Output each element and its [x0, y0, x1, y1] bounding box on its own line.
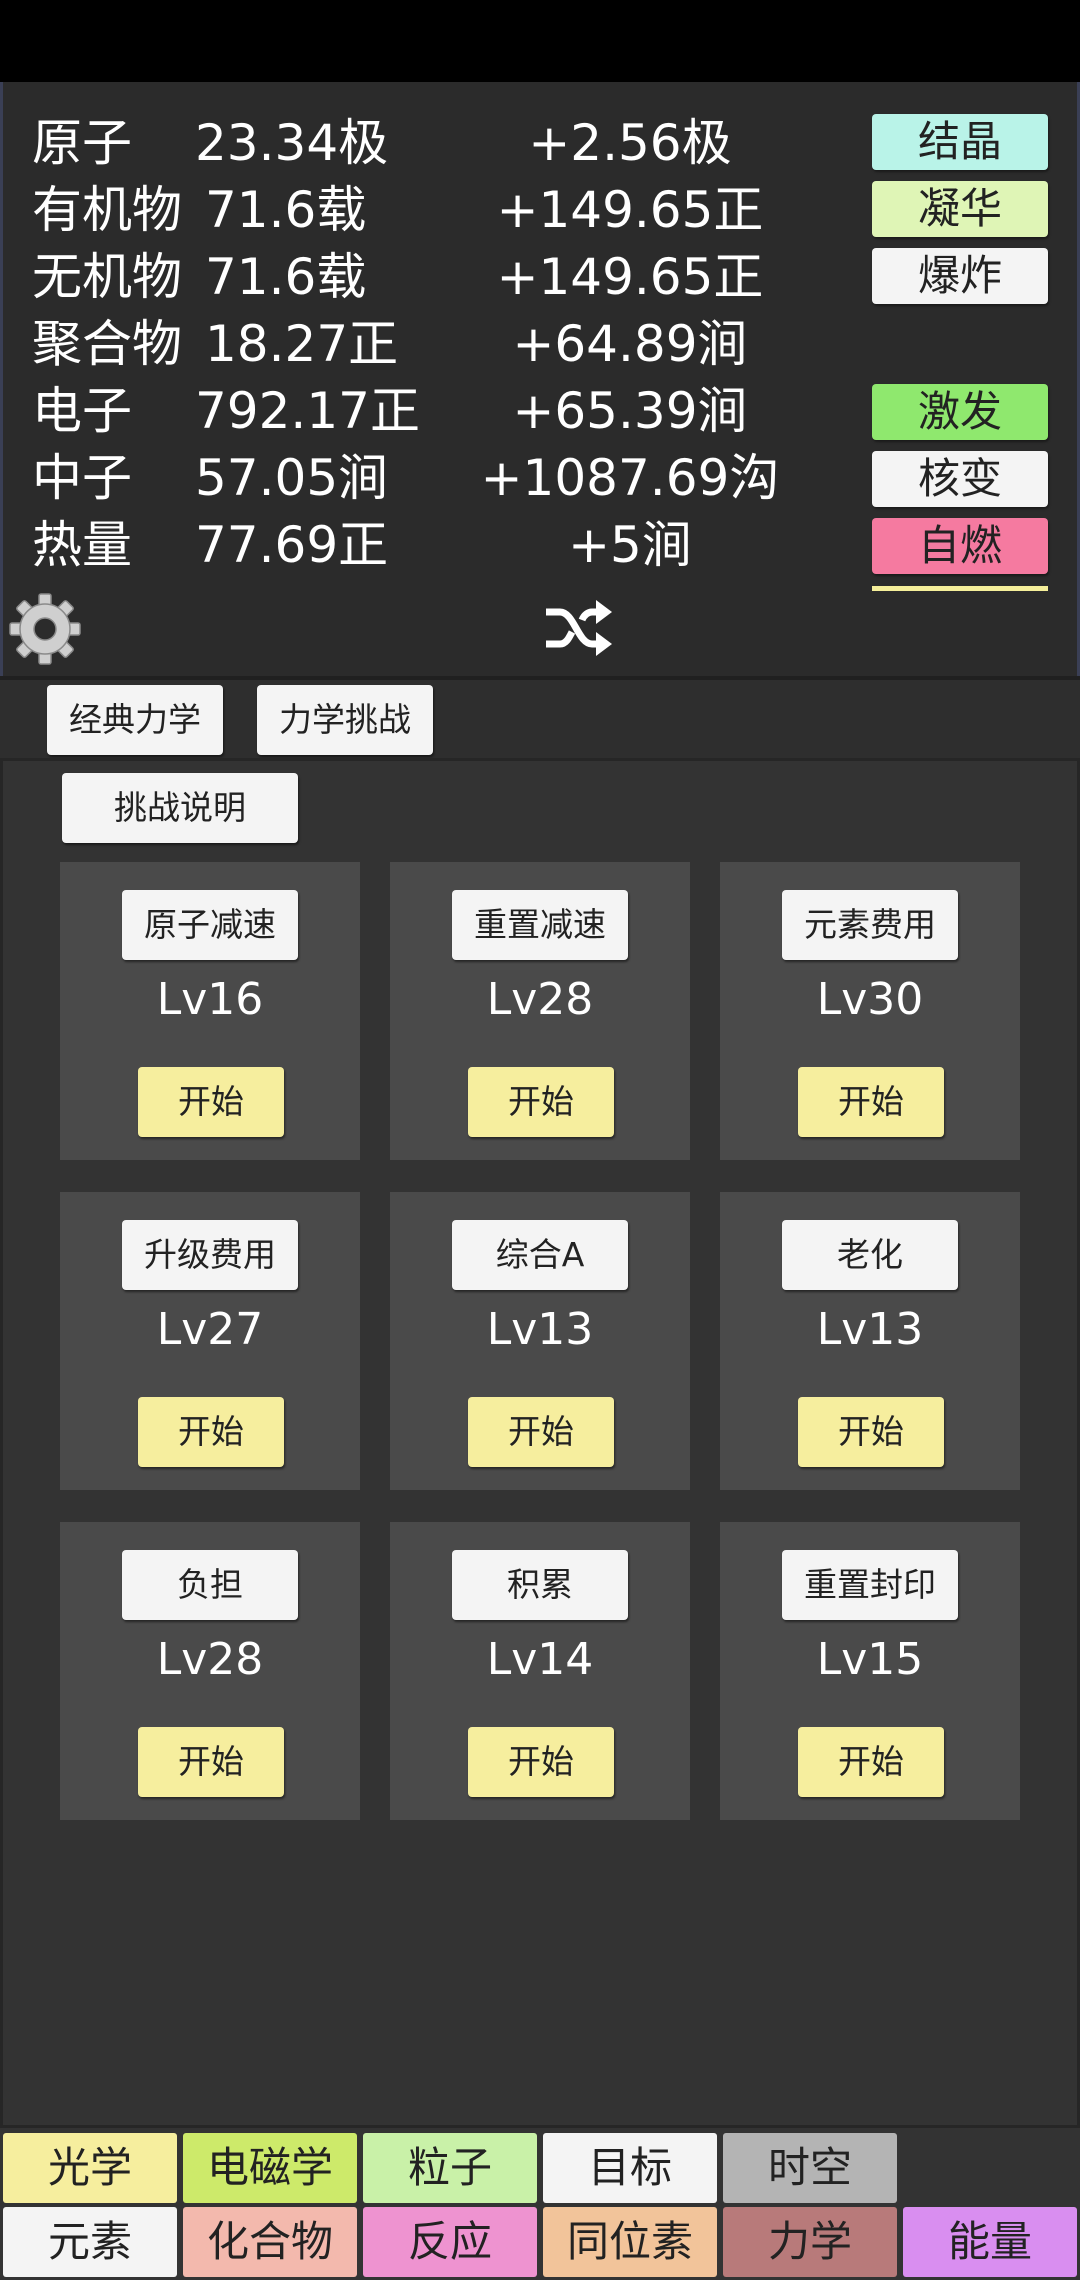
- resource-amount: 71.6载: [205, 248, 367, 306]
- resource-amount: 77.69正: [195, 516, 389, 574]
- nav-energy[interactable]: 能量: [903, 2207, 1077, 2277]
- resource-row: 电子 792.17正 +65.39涧: [0, 378, 860, 444]
- challenge-card: 升级费用 Lv27 开始: [60, 1192, 360, 1490]
- resource-name: 聚合物: [32, 315, 182, 373]
- nav-mechanics[interactable]: 力学: [723, 2207, 897, 2277]
- gear-icon[interactable]: [8, 592, 82, 666]
- nav-reactions[interactable]: 反应: [363, 2207, 537, 2277]
- status-bar: [0, 0, 1080, 82]
- resource-amount: 57.05涧: [195, 449, 389, 507]
- resource-row: 热量 77.69正 +5涧: [0, 512, 860, 578]
- resource-rate: +65.39涧: [512, 382, 748, 440]
- start-button[interactable]: 开始: [138, 1067, 284, 1137]
- resource-rate: +5涧: [568, 516, 692, 574]
- challenge-level: Lv13: [816, 1304, 924, 1355]
- challenge-level: Lv28: [156, 1634, 264, 1685]
- resource-rate: +149.65正: [496, 181, 764, 239]
- resource-row: 有机物 71.6载 +149.65正: [0, 177, 860, 243]
- challenge-level: Lv14: [486, 1634, 594, 1685]
- tab-mechanics-challenge[interactable]: 力学挑战: [257, 685, 433, 755]
- resource-amount: 23.34极: [195, 114, 389, 172]
- challenge-card: 老化 Lv13 开始: [720, 1192, 1020, 1490]
- nuclear-transmute-button[interactable]: 核变: [872, 451, 1048, 507]
- start-button[interactable]: 开始: [468, 1067, 614, 1137]
- resource-rate: +2.56极: [528, 114, 732, 172]
- nav-spacetime[interactable]: 时空: [723, 2133, 897, 2203]
- challenge-card: 原子减速 Lv16 开始: [60, 862, 360, 1160]
- excite-button[interactable]: 激发: [872, 384, 1048, 440]
- nav-elements[interactable]: 元素: [3, 2207, 177, 2277]
- start-button[interactable]: 开始: [468, 1397, 614, 1467]
- start-button[interactable]: 开始: [798, 1727, 944, 1797]
- resource-rate: +64.89涧: [512, 315, 748, 373]
- explode-button[interactable]: 爆炸: [872, 248, 1048, 304]
- nav-goals[interactable]: 目标: [543, 2133, 717, 2203]
- nav-electromagnetism[interactable]: 电磁学: [183, 2133, 357, 2203]
- resource-name: 原子: [32, 114, 132, 172]
- challenge-level: Lv13: [486, 1304, 594, 1355]
- challenge-name[interactable]: 负担: [122, 1550, 298, 1620]
- nav-particles[interactable]: 粒子: [363, 2133, 537, 2203]
- challenge-name[interactable]: 重置封印: [782, 1550, 958, 1620]
- challenge-name[interactable]: 元素费用: [782, 890, 958, 960]
- self-ignite-button[interactable]: 自燃: [872, 518, 1048, 574]
- challenge-card: 综合A Lv13 开始: [390, 1192, 690, 1490]
- nav-compounds[interactable]: 化合物: [183, 2207, 357, 2277]
- start-button[interactable]: 开始: [138, 1397, 284, 1467]
- challenge-card: 重置减速 Lv28 开始: [390, 862, 690, 1160]
- challenge-name[interactable]: 积累: [452, 1550, 628, 1620]
- resource-row: 无机物 71.6载 +149.65正: [0, 244, 860, 310]
- challenge-name[interactable]: 升级费用: [122, 1220, 298, 1290]
- resource-name: 中子: [32, 449, 132, 507]
- resource-name: 无机物: [32, 248, 182, 306]
- start-button[interactable]: 开始: [798, 1067, 944, 1137]
- challenge-name[interactable]: 原子减速: [122, 890, 298, 960]
- resource-row: 原子 23.34极 +2.56极: [0, 110, 860, 176]
- resource-name: 热量: [32, 516, 132, 574]
- tab-classical-mechanics[interactable]: 经典力学: [47, 685, 223, 755]
- challenge-level: Lv16: [156, 974, 264, 1025]
- challenge-level: Lv28: [486, 974, 594, 1025]
- challenge-name[interactable]: 综合A: [452, 1220, 628, 1290]
- resource-row: 聚合物 18.27正 +64.89涧: [0, 311, 860, 377]
- challenge-level: Lv27: [156, 1304, 264, 1355]
- challenge-card: 负担 Lv28 开始: [60, 1522, 360, 1820]
- challenge-card: 积累 Lv14 开始: [390, 1522, 690, 1820]
- nav-optics[interactable]: 光学: [3, 2133, 177, 2203]
- challenge-level: Lv15: [816, 1634, 924, 1685]
- challenge-level: Lv30: [816, 974, 924, 1025]
- challenge-card: 元素费用 Lv30 开始: [720, 862, 1020, 1160]
- resource-amount: 792.17正: [195, 382, 420, 440]
- start-button[interactable]: 开始: [798, 1397, 944, 1467]
- nav-isotopes[interactable]: 同位素: [543, 2207, 717, 2277]
- start-button[interactable]: 开始: [468, 1727, 614, 1797]
- resource-rate: +1087.69沟: [480, 449, 780, 507]
- resource-row: 中子 57.05涧 +1087.69沟: [0, 445, 860, 511]
- resource-name: 电子: [32, 382, 132, 440]
- resource-amount: 71.6载: [205, 181, 367, 239]
- crystallize-button[interactable]: 结晶: [872, 114, 1048, 170]
- start-button[interactable]: 开始: [138, 1727, 284, 1797]
- challenge-name[interactable]: 老化: [782, 1220, 958, 1290]
- shuffle-icon[interactable]: [544, 598, 612, 658]
- challenge-card: 重置封印 Lv15 开始: [720, 1522, 1020, 1820]
- challenge-explain-button[interactable]: 挑战说明: [62, 773, 298, 843]
- resource-name: 有机物: [32, 181, 182, 239]
- resource-rate: +149.65正: [496, 248, 764, 306]
- scroll-indicator: [872, 586, 1048, 591]
- resource-amount: 18.27正: [205, 315, 399, 373]
- sublimate-button[interactable]: 凝华: [872, 181, 1048, 237]
- challenge-name[interactable]: 重置减速: [452, 890, 628, 960]
